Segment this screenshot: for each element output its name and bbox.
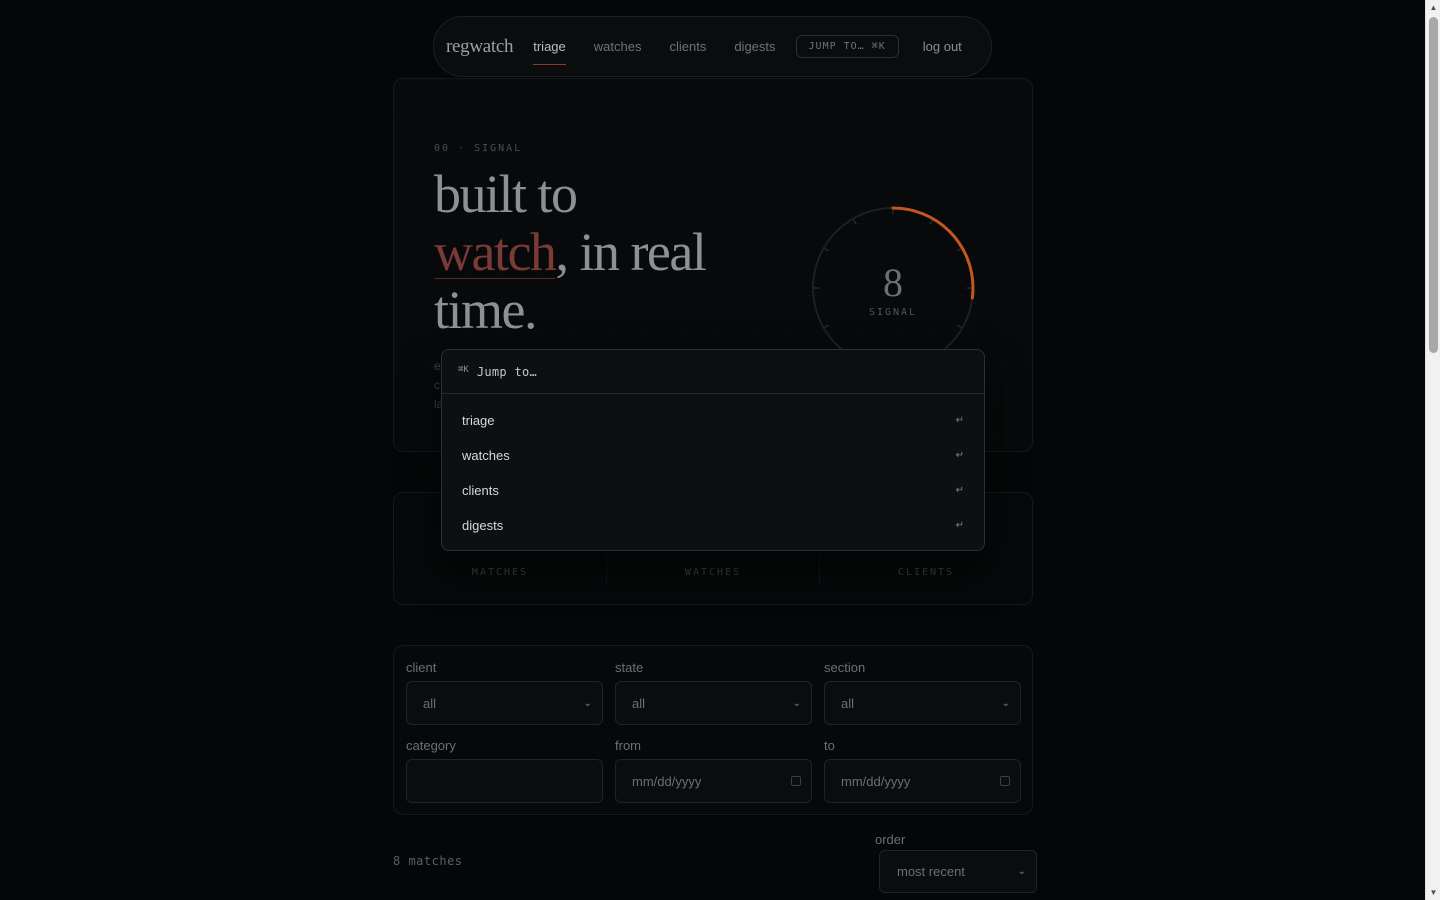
chevron-down-icon: ⌄ xyxy=(1001,697,1010,709)
order-select-value: most recent xyxy=(897,864,965,879)
palette-item-label: watches xyxy=(462,448,510,463)
headline-line3: time. xyxy=(434,280,537,340)
category-label: category xyxy=(406,738,456,753)
from-date-input[interactable]: mm/dd/yyyy xyxy=(615,759,812,803)
palette-shortcut-hint: ⌘K xyxy=(458,364,469,375)
brand-logo[interactable]: regwatch xyxy=(446,36,514,58)
enter-icon: ↵ xyxy=(955,415,964,426)
to-date-placeholder: mm/dd/yyyy xyxy=(841,773,911,789)
top-nav: regwatch triage watches clients digests … xyxy=(433,16,992,77)
palette-item-label: clients xyxy=(462,483,499,498)
palette-item-label: triage xyxy=(462,413,495,428)
headline-line2-rest: , in real xyxy=(555,222,706,282)
match-count: 8 matches xyxy=(393,854,463,868)
scrollbar-thumb[interactable] xyxy=(1429,17,1438,353)
filters-card: client all ⌄ state all ⌄ section all ⌄ c… xyxy=(393,645,1033,815)
nav-link-triage[interactable]: triage xyxy=(533,16,566,77)
scroll-up-arrow-icon[interactable]: ▲ xyxy=(1426,0,1440,15)
calendar-icon[interactable] xyxy=(791,776,801,786)
gauge-tick xyxy=(824,324,830,329)
jump-to-button[interactable]: JUMP TO… ⌘K xyxy=(795,35,899,58)
section-select[interactable]: all ⌄ xyxy=(824,681,1021,725)
palette-item-watches[interactable]: watches ↵ xyxy=(442,438,984,473)
client-filter: client all ⌄ xyxy=(406,660,603,725)
palette-item-label: digests xyxy=(462,518,504,533)
signal-gauge: 8 SIGNAL xyxy=(808,203,978,373)
page-scrollbar[interactable]: ▲ ▼ xyxy=(1425,0,1440,900)
enter-icon: ↵ xyxy=(955,450,964,461)
client-label: client xyxy=(406,660,437,675)
headline-line1: built to xyxy=(434,164,578,224)
gauge-tick xyxy=(852,219,857,225)
stat-label: MATCHES xyxy=(471,567,529,578)
headline-accent: watch xyxy=(434,222,557,282)
scroll-down-arrow-icon[interactable]: ▼ xyxy=(1426,885,1440,900)
from-label: from xyxy=(615,738,641,753)
nav-link-watches[interactable]: watches xyxy=(594,16,642,77)
to-filter: to mm/dd/yyyy xyxy=(824,738,1021,803)
section-filter: section all ⌄ xyxy=(824,660,1021,725)
category-input[interactable] xyxy=(406,759,603,803)
chevron-down-icon: ⌄ xyxy=(792,697,801,709)
client-select-value: all xyxy=(423,695,437,711)
section-label: section xyxy=(824,660,866,675)
calendar-icon[interactable] xyxy=(1000,776,1010,786)
palette-search-input[interactable]: Jump to… xyxy=(477,365,537,379)
state-select-value: all xyxy=(632,695,646,711)
chevron-down-icon: ⌄ xyxy=(1017,866,1026,877)
gauge-tick xyxy=(956,324,962,329)
enter-icon: ↵ xyxy=(955,520,964,531)
state-label: state xyxy=(615,660,644,675)
palette-item-triage[interactable]: triage ↵ xyxy=(442,403,984,438)
state-select[interactable]: all ⌄ xyxy=(615,681,812,725)
state-filter: state all ⌄ xyxy=(615,660,812,725)
hero-eyebrow: 00 · SIGNAL xyxy=(434,143,523,154)
stat-label: CLIENTS xyxy=(897,567,955,578)
hero-headline: built to watch, in real time. xyxy=(434,164,707,340)
palette-header: ⌘K Jump to… xyxy=(442,350,984,394)
command-palette: ⌘K Jump to… triage ↵ watches ↵ clients ↵… xyxy=(441,349,985,551)
to-date-input[interactable]: mm/dd/yyyy xyxy=(824,759,1021,803)
nav-link-clients[interactable]: clients xyxy=(669,16,706,77)
logout-button[interactable]: log out xyxy=(923,39,962,54)
stat-label: WATCHES xyxy=(684,567,742,578)
chevron-down-icon: ⌄ xyxy=(583,697,592,709)
gauge-tick xyxy=(956,247,962,252)
palette-item-digests[interactable]: digests ↵ xyxy=(442,508,984,543)
order-label: order xyxy=(875,832,906,847)
enter-icon: ↵ xyxy=(955,485,964,496)
from-date-placeholder: mm/dd/yyyy xyxy=(632,773,702,789)
palette-item-clients[interactable]: clients ↵ xyxy=(442,473,984,508)
client-select[interactable]: all ⌄ xyxy=(406,681,603,725)
gauge-tick xyxy=(824,247,830,252)
section-select-value: all xyxy=(841,695,855,711)
gauge-value: 8 xyxy=(883,260,903,305)
palette-list: triage ↵ watches ↵ clients ↵ digests ↵ xyxy=(442,394,984,543)
from-filter: from mm/dd/yyyy xyxy=(615,738,812,803)
to-label: to xyxy=(824,738,835,753)
gauge-tick xyxy=(929,219,934,225)
order-select[interactable]: most recent ⌄ xyxy=(879,850,1037,893)
gauge-label: SIGNAL xyxy=(868,307,918,318)
nav-link-digests[interactable]: digests xyxy=(734,16,775,77)
category-filter: category xyxy=(406,738,603,803)
